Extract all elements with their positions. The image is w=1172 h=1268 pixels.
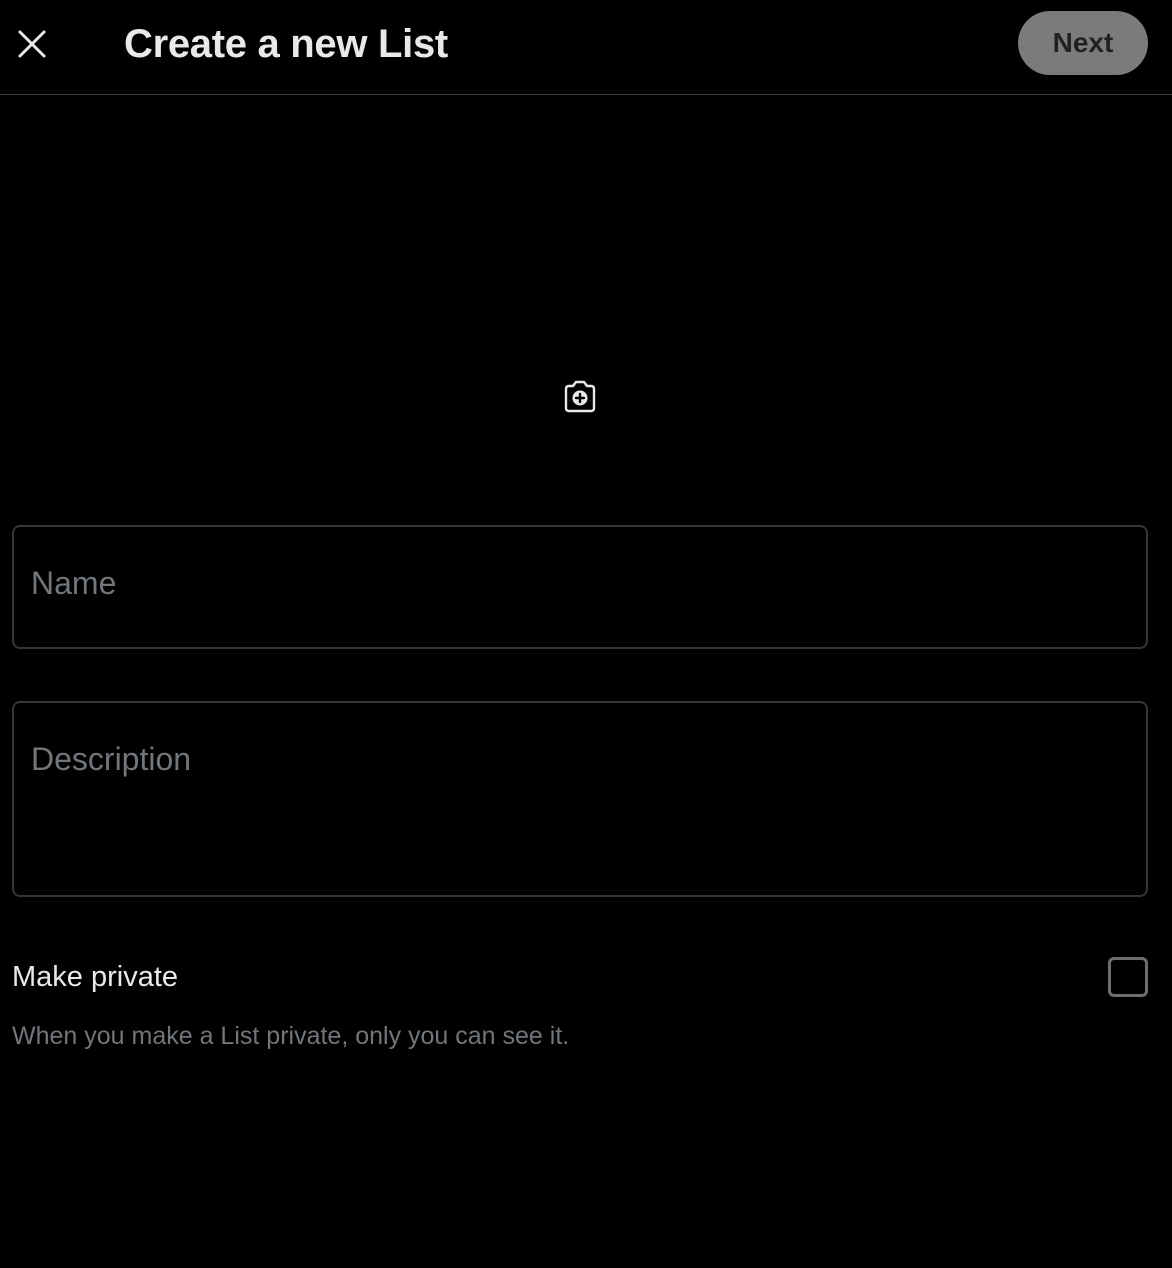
close-icon bbox=[18, 30, 46, 58]
description-input[interactable] bbox=[14, 703, 1146, 895]
make-private-checkbox[interactable] bbox=[1108, 957, 1148, 997]
add-photo-camera-icon bbox=[564, 380, 596, 413]
name-field[interactable]: Name bbox=[12, 525, 1148, 649]
dialog-header: Create a new List Next bbox=[0, 0, 1172, 95]
make-private-label: Make private bbox=[12, 961, 179, 993]
add-banner-photo-button[interactable] bbox=[556, 374, 604, 418]
next-button[interactable]: Next bbox=[1018, 11, 1148, 75]
create-list-dialog: Create a new List Next Name Description … bbox=[0, 0, 1172, 1268]
close-button[interactable] bbox=[8, 20, 56, 68]
description-field[interactable]: Description bbox=[12, 701, 1148, 897]
list-banner bbox=[0, 96, 1172, 501]
page-title: Create a new List bbox=[124, 22, 448, 66]
name-input[interactable] bbox=[14, 527, 1146, 647]
make-private-help-text: When you make a List private, only you c… bbox=[12, 1022, 570, 1050]
